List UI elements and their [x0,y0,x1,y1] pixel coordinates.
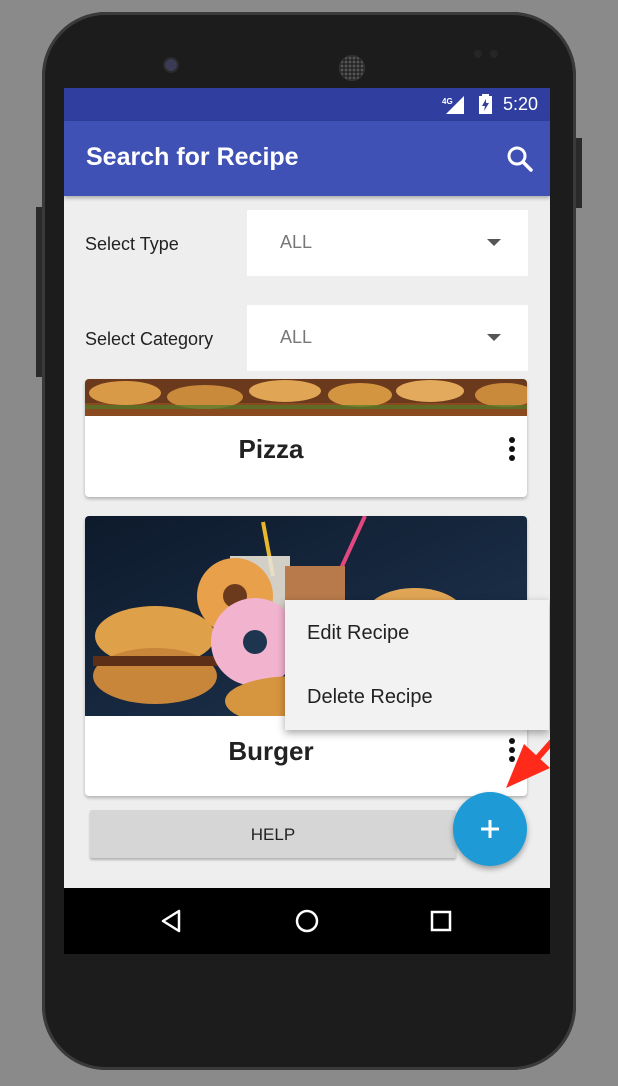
recents-icon[interactable] [426,906,456,936]
signal-4g-icon: 4G [442,96,464,114]
status-time: 5:20 [502,94,538,114]
light-sensor [490,50,498,58]
home-icon[interactable] [292,906,322,936]
add-recipe-fab[interactable] [453,792,527,866]
svg-text:4G: 4G [442,97,453,106]
status-bar: 4G 5:20 [64,88,550,121]
navigation-bar [64,888,550,954]
select-type-dropdown[interactable]: ALL [247,210,528,276]
volume-button [36,207,42,377]
delete-recipe-menu-item[interactable]: Delete Recipe [307,686,433,709]
search-icon[interactable] [504,143,536,175]
dropdown-arrow-icon [487,239,501,246]
help-button-label: HELP [250,825,296,844]
select-category-value: ALL [280,327,313,347]
help-button[interactable]: HELP [90,810,456,858]
select-type-label: Select Type [85,234,179,254]
select-category-dropdown[interactable]: ALL [247,305,528,371]
select-category-label: Select Category [85,329,214,349]
recipe-title: Burger [228,736,314,766]
earpiece-speaker [339,55,365,81]
plus-icon [481,820,499,838]
power-button [576,138,582,208]
recipe-card[interactable]: Pizza [85,379,527,497]
app-bar: Search for Recipe [64,121,550,196]
proximity-sensor [474,50,482,58]
recipe-title: Pizza [238,434,304,464]
select-type-value: ALL [280,232,313,252]
back-icon[interactable] [157,906,187,936]
recipe-image [85,379,527,416]
more-vert-icon[interactable] [507,437,517,467]
page-title: Search for Recipe [86,143,299,171]
battery-charging-icon [479,94,492,114]
device-screen: 4G 5:20 Search for Recipe Select Type AL… [64,88,550,954]
front-camera [165,59,177,71]
edit-recipe-menu-item[interactable]: Edit Recipe [307,622,409,645]
annotation-arrow-icon [506,739,550,788]
dropdown-arrow-icon [487,334,501,341]
